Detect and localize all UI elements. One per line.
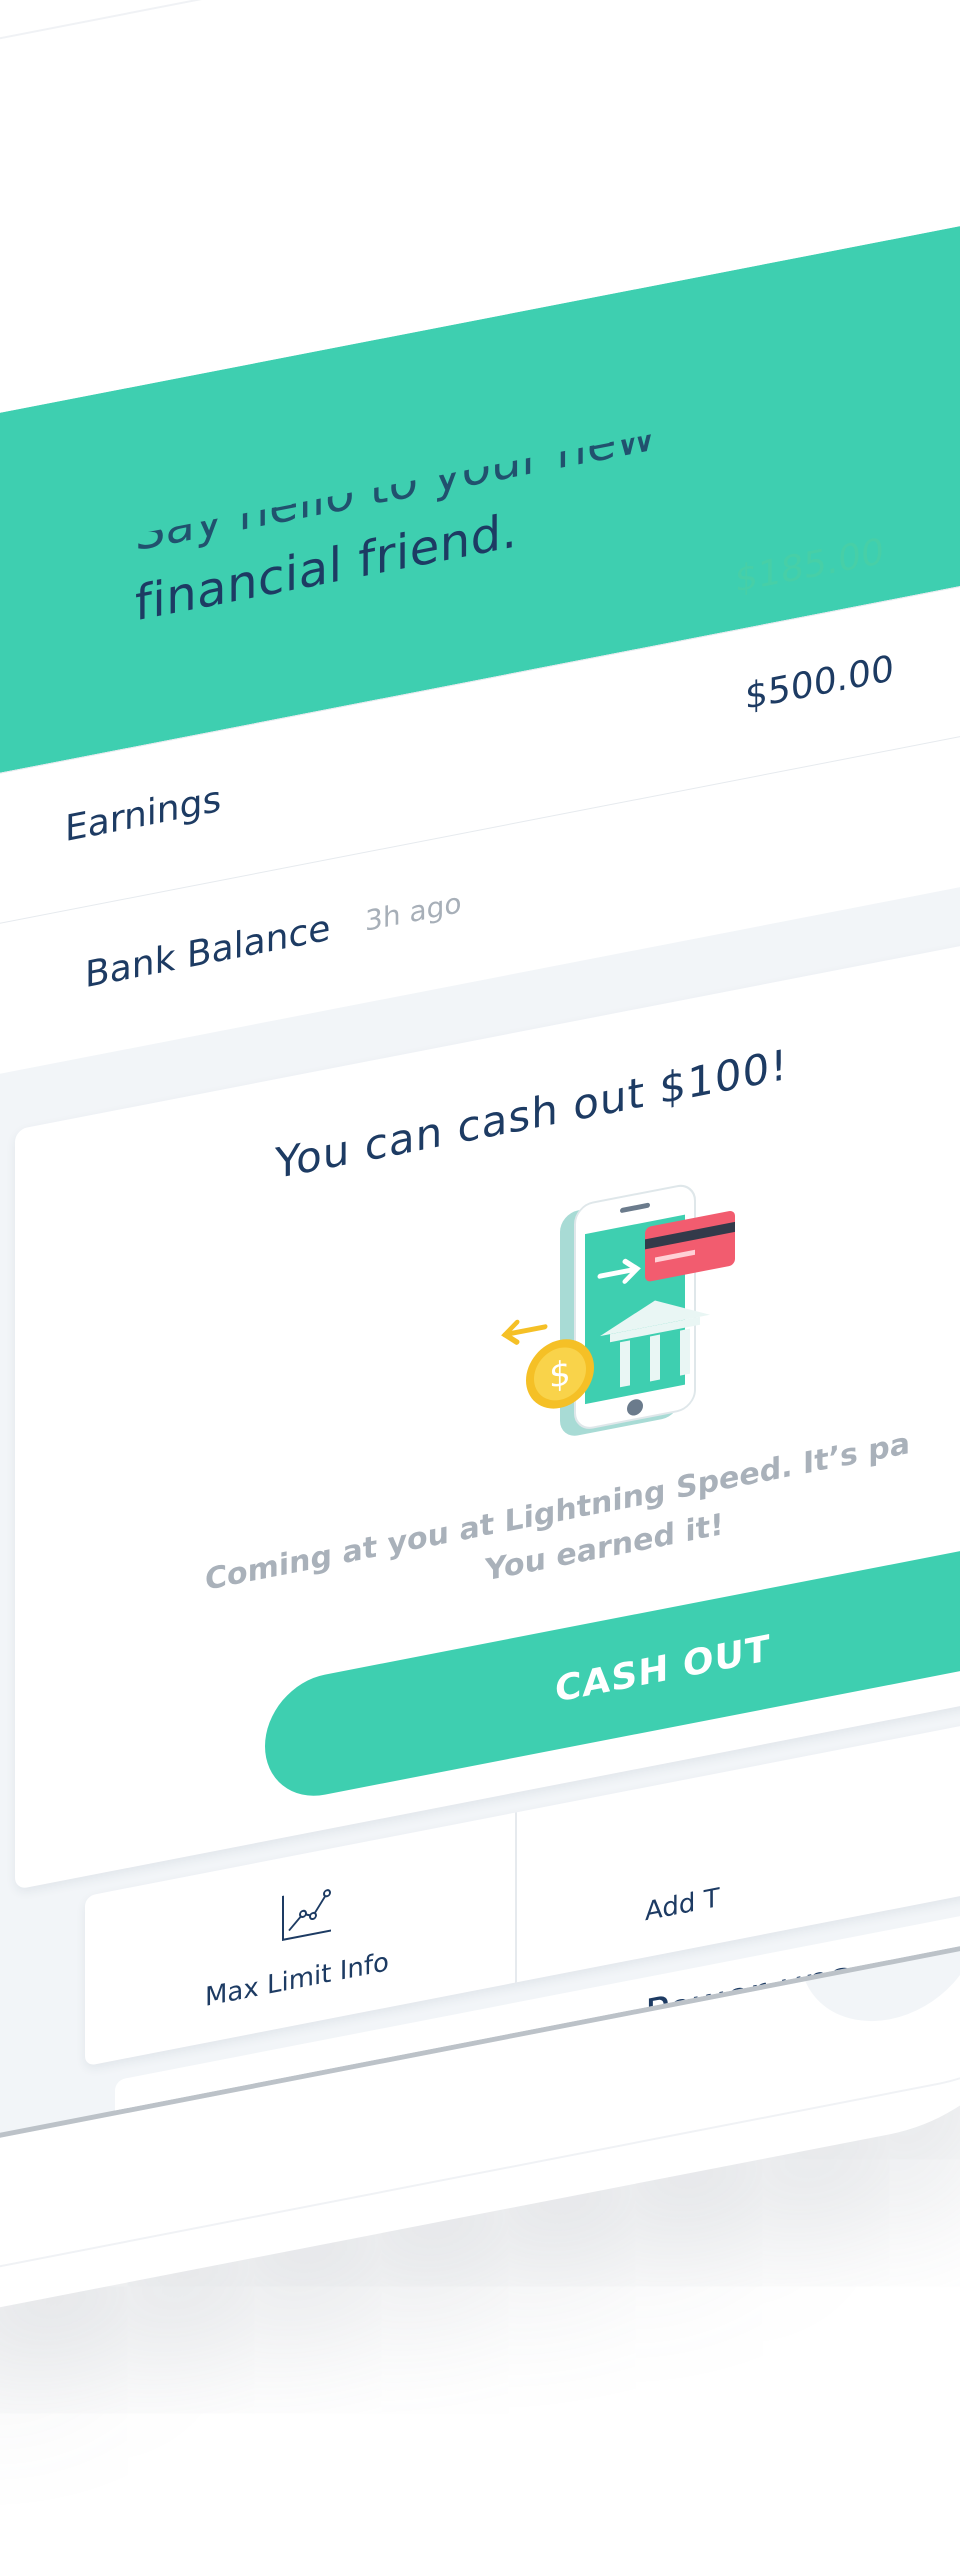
- line-chart-icon: [282, 1889, 331, 1941]
- screen-wrap: Say hello to your new financial friend. …: [0, 0, 960, 2571]
- max-limit-info-button[interactable]: Max Limit Info: [205, 1947, 389, 2013]
- tile-divider: [515, 1812, 517, 1983]
- cashout-title: You can cash out $100!: [275, 1039, 789, 1189]
- earnings-value: $500.00: [745, 648, 894, 718]
- svg-text:$: $: [549, 1353, 571, 1397]
- bank-balance-updated: 3h ago: [365, 886, 462, 938]
- cashout-card: You can cash out $100! $ Coming at you a…: [15, 931, 960, 1890]
- cashout-illustration: $: [501, 1184, 735, 1436]
- powerups-title: Power ups: [645, 1952, 851, 2039]
- add-tile-button[interactable]: Add T: [645, 1883, 719, 1927]
- earnings-label: Earnings: [65, 778, 222, 851]
- stage: Say hello to your new financial friend. …: [0, 0, 960, 2571]
- app-screen: Say hello to your new financial friend. …: [0, 221, 960, 2166]
- bank-balance-label: Bank Balance: [85, 907, 331, 997]
